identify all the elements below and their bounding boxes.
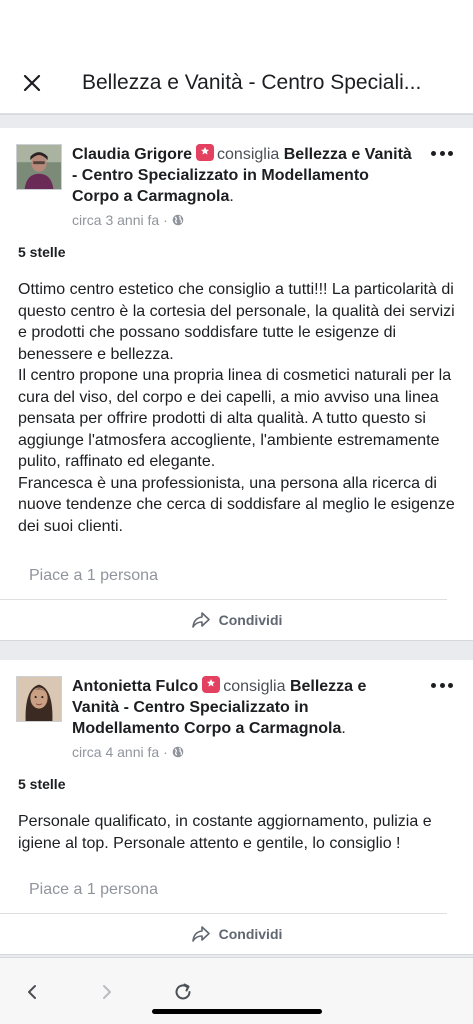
avatar-photo [17,145,61,189]
review-paragraph: Il centro propone una propria linea di c… [18,367,452,470]
review-meta: circa 4 anni fa · [72,744,417,760]
reload-icon [175,983,191,1000]
likes-count[interactable]: Piace a 1 persona [29,881,158,898]
close-button[interactable] [20,71,44,95]
dot [439,682,445,688]
rating-label: 5 stelle [18,776,66,792]
author-name[interactable]: Claudia Grigore [72,146,192,163]
likes-row[interactable]: Piace a 1 persona [0,567,447,600]
review-headline-block: Antonietta Fulco consiglia Bellezza e Van… [72,676,417,760]
close-icon [23,74,41,91]
page-title: Bellezza e Vanità - Centro Speciali... [82,70,422,94]
share-icon [191,926,210,942]
home-indicator[interactable] [152,1009,322,1014]
timestamp[interactable]: circa 3 anni fa [72,212,159,228]
more-options-button[interactable] [431,148,453,158]
chevron-left-icon [28,985,36,999]
rating-label: 5 stelle [18,244,66,260]
avatar-photo [17,677,61,721]
review-headline-block: Claudia Grigore consiglia Bellezza e Vani… [72,144,417,228]
dot [448,682,453,688]
avatar[interactable] [16,144,62,190]
timestamp[interactable]: circa 4 anni fa [72,744,159,760]
share-label: Condividi [218,926,283,942]
review-paragraph: Ottimo centro estetico che consiglio a t… [18,281,455,363]
avatar[interactable] [16,676,62,722]
top-header: Bellezza e Vanità - Centro Speciali... [0,52,473,114]
review-paragraph: Personale qualificato, in costante aggio… [18,813,432,852]
dot [431,150,436,156]
review-header: Claudia Grigore consiglia Bellezza e Vani… [0,128,473,228]
share-label: Condividi [218,612,283,628]
review-paragraph: Francesca è una professionista, una pers… [18,474,455,535]
recommend-icon [202,676,221,693]
divider [0,114,473,128]
likes-row[interactable]: Piace a 1 persona [0,881,447,914]
review-card: Antonietta Fulco consiglia Bellezza e Van… [0,660,473,954]
share-icon [191,612,210,628]
forward-button[interactable] [95,980,119,1004]
period: . [229,188,234,205]
review-headline: Claudia Grigore consiglia Bellezza e Vani… [72,144,417,207]
meta-dot: · [163,744,168,760]
globe-icon [172,214,184,226]
divider [0,640,473,660]
review-headline: Antonietta Fulco consiglia Bellezza e Van… [72,676,417,739]
review-text: Ottimo centro estetico che consiglio a t… [0,279,473,537]
dot [439,150,445,156]
status-bar-area [0,0,473,52]
recommend-icon [196,144,215,161]
review-meta: circa 3 anni fa · [72,212,417,228]
globe-icon [172,746,184,758]
share-button[interactable]: Condividi [0,600,473,640]
recommends-verb: consiglia [217,146,280,163]
more-options-button[interactable] [431,680,453,690]
back-button[interactable] [20,980,44,1004]
dot [448,150,453,156]
chevron-right-icon [103,985,111,999]
meta-dot: · [163,212,168,228]
period: . [341,720,346,737]
author-name[interactable]: Antonietta Fulco [72,678,198,695]
dot [431,682,436,688]
likes-count[interactable]: Piace a 1 persona [29,567,158,584]
recommends-verb: consiglia [223,678,286,695]
review-header: Antonietta Fulco consiglia Bellezza e Van… [0,660,473,760]
review-text: Personale qualificato, in costante aggio… [0,811,473,854]
reload-button[interactable] [171,980,195,1004]
review-card: Claudia Grigore consiglia Bellezza e Vani… [0,128,473,640]
share-button[interactable]: Condividi [0,914,473,954]
